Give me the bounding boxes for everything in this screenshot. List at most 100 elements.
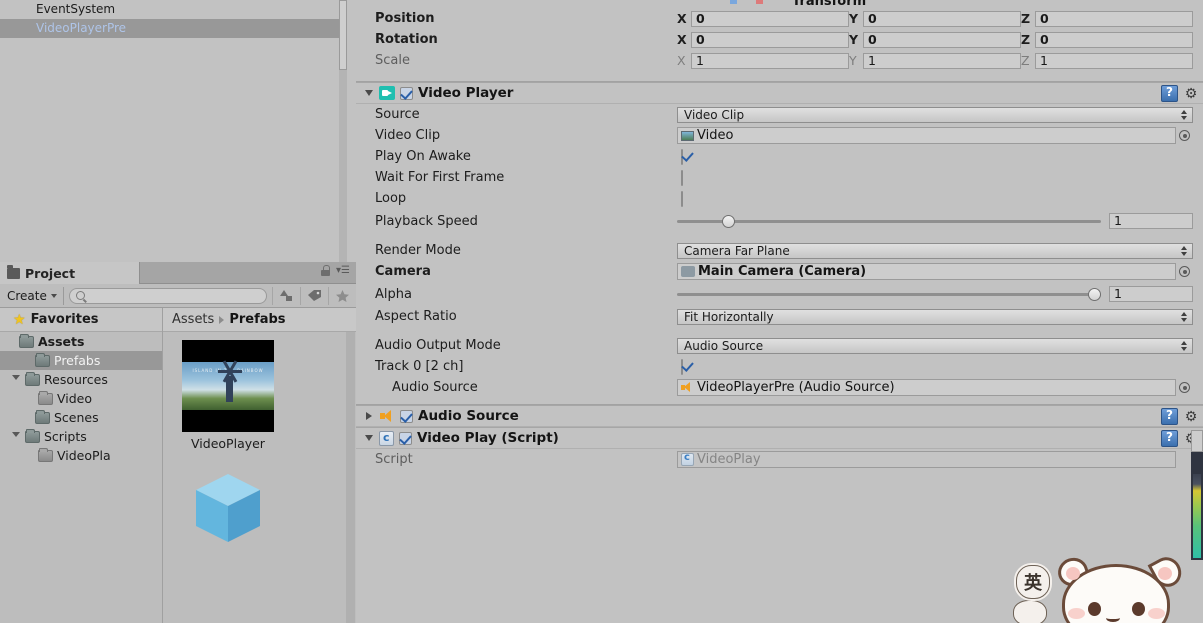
lock-icon[interactable] [321,265,330,276]
search-field[interactable] [68,287,267,304]
hierarchy-item-eventsystem[interactable]: EventSystem [0,0,356,19]
hamburger-menu-icon[interactable]: ▾☰ [336,265,350,276]
cube-prefab-icon [188,468,268,548]
alpha-slider[interactable] [677,286,1101,302]
help-book-icon[interactable] [1161,408,1178,425]
camera-picker-button[interactable] [1176,266,1193,277]
row-label: Play On Awake [375,149,471,164]
breadcrumb-prefabs[interactable]: Prefabs [229,312,285,327]
gear-icon[interactable]: ⚙ [1183,409,1199,425]
foldout-closed-icon[interactable] [363,412,374,420]
audio-source-enabled-checkbox[interactable] [400,409,413,423]
video-clip-object-field[interactable]: Video [677,127,1176,144]
favorites-header[interactable]: ★ Favorites [0,308,162,332]
playback-speed-slider[interactable] [677,213,1101,229]
twisty-open-icon[interactable] [10,432,21,441]
tree-item-scripts[interactable]: Scripts [0,427,162,446]
track-0-checkbox[interactable] [681,358,683,375]
source-dropdown[interactable]: Video Clip [677,106,1193,123]
ime-badge-background [1013,600,1047,623]
help-book-icon[interactable] [1161,85,1178,102]
cat-mascot[interactable] [1048,552,1198,623]
scale-x-input[interactable]: 1 [691,52,849,69]
video-clip-picker-button[interactable] [1176,130,1193,141]
tab-project[interactable]: Project [0,262,140,284]
create-button[interactable]: Create [3,286,64,305]
asset-item-videoplayer[interactable]: ISLAND IN THE RAINBOW VideoPlayer [182,340,274,451]
audio-source-object-field[interactable]: VideoPlayerPre (Audio Source) [677,379,1176,396]
axis-label-z: Z [1021,32,1031,47]
playback-speed-input[interactable]: 1 [1109,213,1193,229]
audio-source-picker-button[interactable] [1176,382,1193,393]
folder-icon [38,447,53,462]
row-label: Scale [375,53,410,68]
scale-y-input[interactable]: 1 [863,52,1021,69]
axis-label-z: Z [1021,53,1030,68]
field-row-loop: Loop [356,188,1203,209]
slider-handle[interactable] [1088,287,1101,301]
scale-z-input[interactable]: 1 [1035,52,1193,69]
gear-icon[interactable]: ⚙ [1183,86,1199,102]
unity-editor-window: EventSystem VideoPlayerPre Project ▾☰ Cr… [0,0,1203,623]
cat-ear-inner-right-icon [1158,567,1172,580]
breadcrumb-assets[interactable]: Assets [172,312,214,327]
ime-mode-badge[interactable]: 英 [1013,562,1053,602]
render-mode-dropdown[interactable]: Camera Far Plane [677,242,1193,259]
foldout-open-icon[interactable] [363,90,374,96]
tree-item-assets[interactable]: Assets [0,332,162,351]
field-row-play-on-awake: Play On Awake [356,146,1203,167]
wait-for-first-frame-checkbox[interactable] [681,169,683,186]
hierarchy-item-videoplayerpre[interactable]: VideoPlayerPre [0,19,356,38]
position-y-input[interactable]: 0 [863,10,1021,27]
vector-cell-y: Y 0 [849,10,1021,27]
tree-item-scenes[interactable]: Scenes [0,408,162,427]
search-input[interactable] [88,289,266,302]
tree-item-videoplay[interactable]: VideoPla [0,446,162,465]
cat-eye-left-icon [1088,602,1101,616]
position-x-input[interactable]: 0 [691,10,849,27]
alpha-input[interactable]: 1 [1109,286,1193,302]
audio-output-mode-dropdown[interactable]: Audio Source [677,337,1193,354]
vector-cell-z: Z 0 [1021,10,1193,27]
audio-source-icon [681,382,694,393]
vector-cell-y: Y 0 [849,31,1021,48]
rotation-y-input[interactable]: 0 [863,31,1021,48]
project-grid-scrollbar[interactable] [346,332,355,623]
tree-item-prefabs[interactable]: Prefabs [0,351,162,370]
row-label: Aspect Ratio [375,309,457,324]
foldout-open-icon[interactable] [363,435,374,441]
video-player-enabled-checkbox[interactable] [400,86,413,100]
field-row-aspect-ratio: Aspect Ratio Fit Horizontally [356,306,1203,327]
loop-checkbox[interactable] [681,190,683,207]
component-header-video-player[interactable]: Video Player ⚙ [356,82,1203,104]
filter-by-type-icon[interactable] [272,286,300,305]
video-play-enabled-checkbox[interactable] [399,431,412,445]
ime-toolbar-secondary-badge[interactable] [1013,600,1047,623]
rotation-z-input[interactable]: 0 [1035,31,1193,48]
folder-icon [25,428,40,443]
help-book-icon[interactable] [1161,430,1178,447]
position-z-input[interactable]: 0 [1035,10,1193,27]
filter-favorites-icon[interactable] [328,286,356,305]
tree-item-resources[interactable]: Resources [0,370,162,389]
row-control: Fit Horizontally [677,308,1203,325]
twisty-open-icon[interactable] [10,375,21,384]
transform-icon [756,0,763,4]
transform-component-header-cut[interactable]: Transform [712,0,1203,8]
asset-item-cube[interactable] [188,468,268,552]
row-control: Audio Source [677,337,1203,354]
tree-item-video[interactable]: Video [0,389,162,408]
rotation-x-input[interactable]: 0 [691,31,849,48]
inspector-scrollbar-thumb[interactable] [1191,430,1203,452]
filter-by-label-icon[interactable] [300,286,328,305]
aspect-ratio-dropdown[interactable]: Fit Horizontally [677,308,1193,325]
tree-item-label: Resources [44,372,108,387]
field-row-camera: Camera Main Camera (Camera) [356,261,1203,282]
slider-handle[interactable] [721,214,735,228]
hierarchy-scrollbar-thumb[interactable] [339,0,347,70]
camera-object-field[interactable]: Main Camera (Camera) [677,263,1176,280]
play-on-awake-checkbox[interactable] [681,148,683,165]
component-header-audio-source[interactable]: Audio Source ⚙ [356,405,1203,427]
component-header-video-play-script[interactable]: Video Play (Script) ⚙ [356,427,1203,449]
